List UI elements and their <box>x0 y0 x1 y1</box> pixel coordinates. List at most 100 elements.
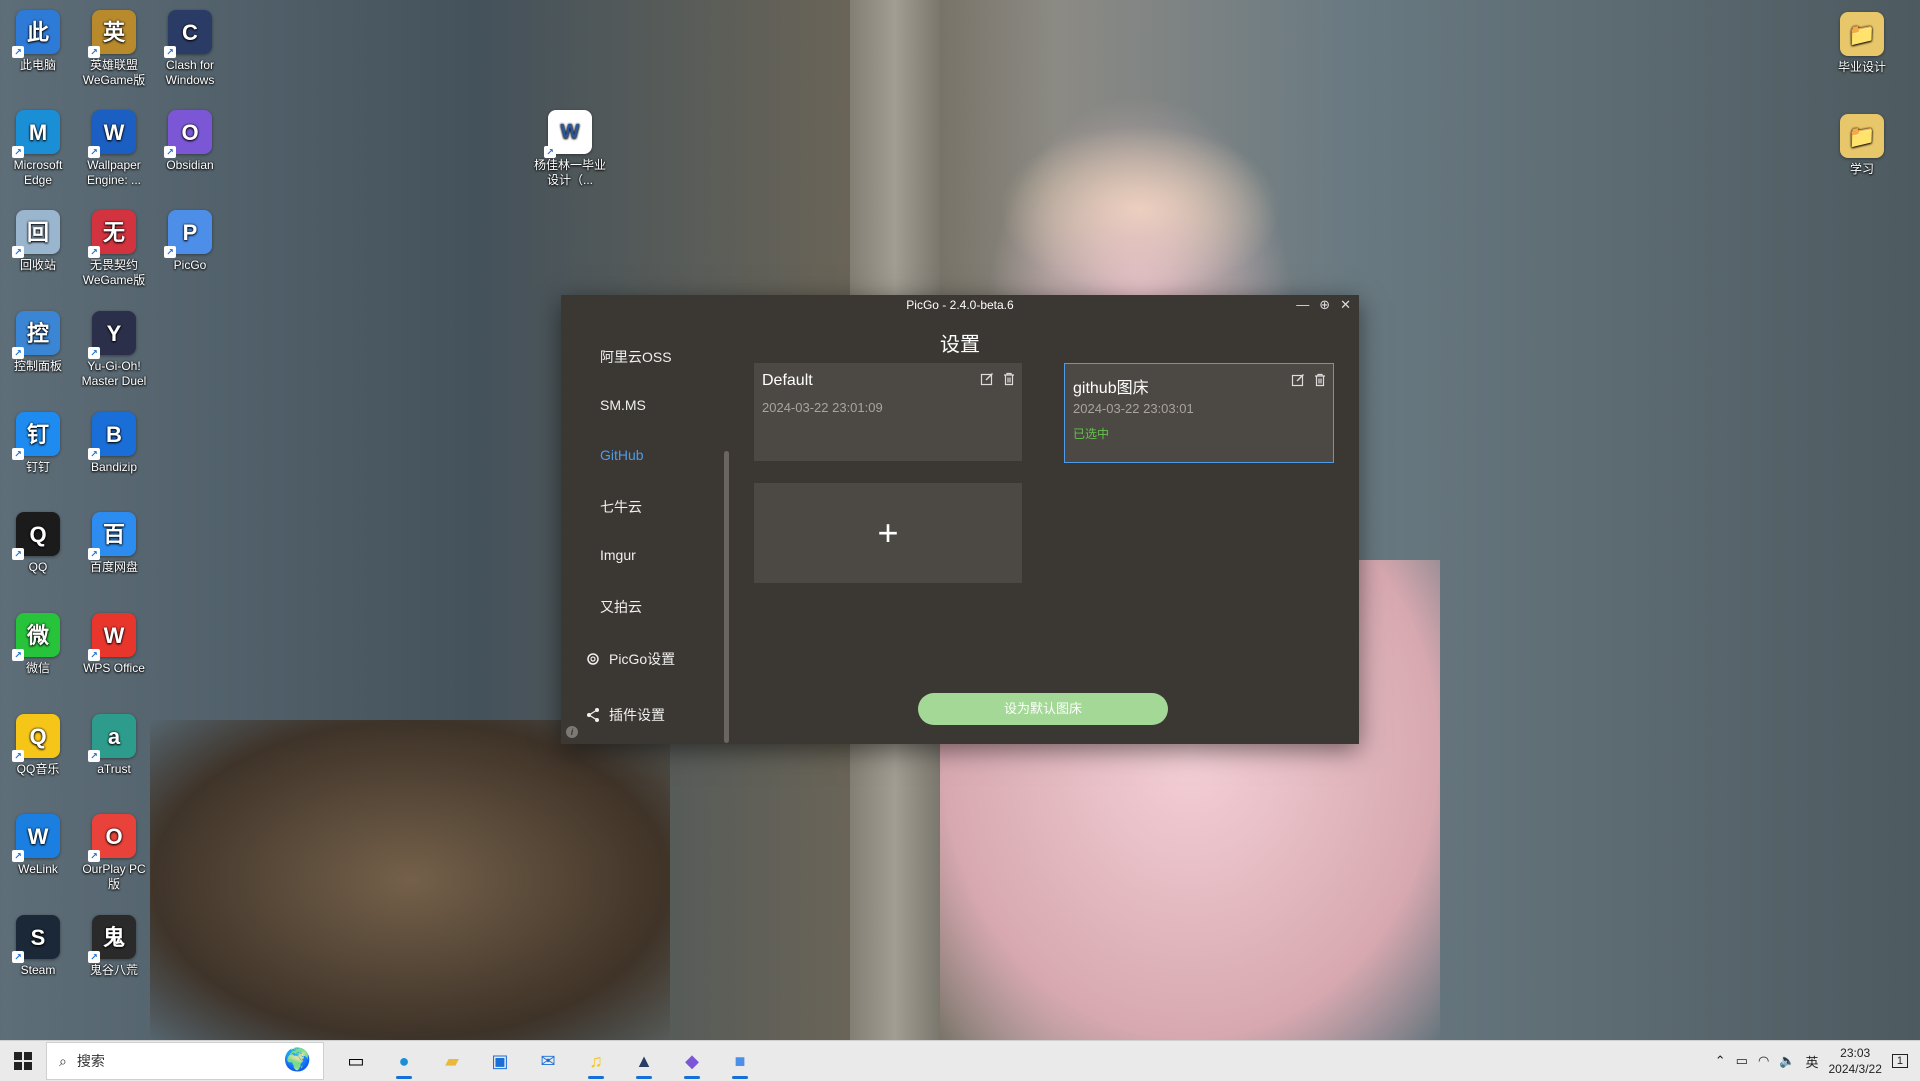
qq-music-icon[interactable]: ♫ <box>572 1041 620 1081</box>
taskbar: ⌕ 搜索 🌍 ▭ ● ▰ ▣ ✉ ♫ ▲ ◆ ■ ⌃ ▭ ◠ 🔈 英 23:03… <box>0 1040 1920 1081</box>
settings-circle-icon[interactable]: ⊕ <box>1319 295 1330 315</box>
desktop-icon-control-panel[interactable]: 控 ↗ 控制面板 <box>0 305 76 374</box>
desktop-icon-label: Microsoft Edge <box>13 158 63 187</box>
edge-icon[interactable]: ● <box>380 1041 428 1081</box>
shortcut-arrow-icon: ↗ <box>12 448 24 460</box>
shortcut-arrow-icon: ↗ <box>88 448 100 460</box>
desktop-icon-edge[interactable]: M ↗ Microsoft Edge <box>0 104 76 188</box>
file-explorer-icon[interactable]: ▰ <box>428 1041 476 1081</box>
obsidian-icon[interactable]: ◆ <box>668 1041 716 1081</box>
start-button[interactable] <box>0 1041 46 1081</box>
desktop-icon-picgo[interactable]: P ↗ PicGo <box>152 204 228 273</box>
desktop-icon-label: 杨佳林一毕业设计（... <box>533 158 606 187</box>
desktop-icon-welink[interactable]: W ↗ WeLink <box>0 808 76 877</box>
desktop-icon-wps[interactable]: W ↗ WPS Office <box>76 607 152 676</box>
desktop-icon-steam[interactable]: S ↗ Steam <box>0 909 76 978</box>
desktop-icon-label: Steam <box>20 963 56 977</box>
desktop-icon-guigu[interactable]: 鬼 ↗ 鬼谷八荒 <box>76 909 152 978</box>
plugin-settings-link[interactable]: 插件设置 <box>585 705 665 725</box>
sidebar-scrollbar[interactable] <box>724 451 729 743</box>
word-doc-icon: W ↗ <box>544 110 592 158</box>
desktop-icon-label: Obsidian <box>166 158 214 172</box>
config-card-name: Default <box>762 372 813 389</box>
desktop-icon-clash-cat[interactable]: C ↗ Clash for Windows <box>152 4 228 88</box>
sidebar-item-qiniu[interactable]: 七牛云 <box>600 497 642 517</box>
shortcut-arrow-icon: ↗ <box>12 146 24 158</box>
desktop-icon-dingtalk[interactable]: 钉 ↗ 钉钉 <box>0 406 76 475</box>
sidebar-item-upyun[interactable]: 又拍云 <box>600 597 642 617</box>
desktop-icon-label: OurPlay PC 版 <box>82 862 146 891</box>
desktop-icon-label: 微信 <box>25 661 50 675</box>
desktop-icon-yugioh[interactable]: Y ↗ Yu-Gi-Oh! Master Duel <box>76 305 152 389</box>
edit-icon[interactable] <box>1291 373 1305 392</box>
config-card-github[interactable]: github图床 2024-03-22 23:03:01 已选中 <box>1064 363 1334 463</box>
close-button[interactable]: ✕ <box>1340 295 1351 315</box>
desktop-icon-wallpaper-engine[interactable]: W ↗ Wallpaper Engine: ... <box>76 104 152 188</box>
store-icon[interactable]: ▣ <box>476 1041 524 1081</box>
shortcut-arrow-icon: ↗ <box>164 146 176 158</box>
config-card-default[interactable]: Default 2024-03-22 23:01:09 <box>754 363 1022 461</box>
desktop-icon-atrust[interactable]: a ↗ aTrust <box>76 708 152 777</box>
desktop-icon-obsidian[interactable]: O ↗ Obsidian <box>152 104 228 173</box>
title-bar[interactable]: PicGo - 2.4.0-beta.6 — ⊕ ✕ <box>561 295 1359 315</box>
clash-cat-icon: C ↗ <box>164 10 212 58</box>
desktop-icon-lol[interactable]: 英 ↗ 英雄联盟 WeGame版 <box>76 4 152 88</box>
battery-icon[interactable]: ▭ <box>1736 1053 1748 1069</box>
edge-icon: M ↗ <box>12 110 60 158</box>
shortcut-arrow-icon: ↗ <box>12 951 24 963</box>
desktop-icon-wechat[interactable]: 微 ↗ 微信 <box>0 607 76 676</box>
taskbar-search[interactable]: ⌕ 搜索 🌍 <box>46 1042 324 1080</box>
delete-icon[interactable] <box>1313 373 1327 392</box>
desktop-icon-ourplay[interactable]: O ↗ OurPlay PC 版 <box>76 808 152 892</box>
clock[interactable]: 23:03 2024/3/22 <box>1828 1045 1881 1077</box>
desktop-icon-qq-music[interactable]: Q ↗ QQ音乐 <box>0 708 76 777</box>
plugin-settings-label: 插件设置 <box>609 707 665 723</box>
desktop-icon-doc[interactable]: W ↗ 杨佳林一毕业设计（... <box>532 104 608 188</box>
desktop-icon-recycle-bin[interactable]: 回 ↗ 回收站 <box>0 204 76 273</box>
task-view-icon[interactable]: ▭ <box>332 1041 380 1081</box>
desktop-icon-label: 回收站 <box>19 258 56 272</box>
shortcut-arrow-icon: ↗ <box>88 246 100 258</box>
desktop-icon-baidu-netdisk[interactable]: 百 ↗ 百度网盘 <box>76 506 152 575</box>
shortcut-arrow-icon: ↗ <box>12 347 24 359</box>
welink-icon: W ↗ <box>12 814 60 862</box>
sidebar-item-github[interactable]: GitHub <box>600 447 644 463</box>
shortcut-arrow-icon: ↗ <box>12 649 24 661</box>
desktop-icon-bandizip[interactable]: B ↗ Bandizip <box>76 406 152 475</box>
sidebar-item-aliyun-oss[interactable]: 阿里云OSS <box>600 347 672 367</box>
picgo-icon: P ↗ <box>164 210 212 258</box>
selected-badge: 已选中 <box>1073 427 1110 441</box>
add-config-button[interactable]: + <box>754 483 1022 583</box>
desktop-icon-valorant[interactable]: 无 ↗ 无畏契约 WeGame版 <box>76 204 152 288</box>
chevron-up-icon[interactable]: ⌃ <box>1715 1053 1726 1069</box>
clock-date: 2024/3/22 <box>1828 1062 1882 1076</box>
desktop-icon-folder-graduation[interactable]: 📁 毕业设计 <box>1824 6 1900 75</box>
info-icon[interactable]: i <box>566 726 578 738</box>
qq-music-icon: Q ↗ <box>12 714 60 762</box>
edit-icon[interactable] <box>980 372 994 391</box>
mail-icon[interactable]: ✉ <box>524 1041 572 1081</box>
ime-indicator[interactable]: 英 <box>1805 1052 1818 1071</box>
minimize-button[interactable]: — <box>1296 295 1309 315</box>
delete-icon[interactable] <box>1002 372 1016 391</box>
wallpaper-chair <box>150 720 670 1040</box>
desktop-icon-label: aTrust <box>97 762 131 776</box>
picgo-icon[interactable]: ■ <box>716 1041 764 1081</box>
set-default-button[interactable]: 设为默认图床 <box>918 693 1168 725</box>
desktop-icon-computer[interactable]: 此 ↗ 此电脑 <box>0 4 76 73</box>
bandizip-icon: B ↗ <box>88 412 136 460</box>
system-tray: ⌃ ▭ ◠ 🔈 英 23:03 2024/3/22 1 <box>1715 1041 1920 1081</box>
sidebar-item-smms[interactable]: SM.MS <box>600 397 646 413</box>
clash-cat-icon[interactable]: ▲ <box>620 1041 668 1081</box>
shortcut-arrow-icon: ↗ <box>88 649 100 661</box>
picgo-settings-link[interactable]: PicGo设置 <box>585 649 675 669</box>
shortcut-arrow-icon: ↗ <box>12 548 24 560</box>
wifi-icon[interactable]: ◠ <box>1758 1053 1769 1069</box>
volume-icon[interactable]: 🔈 <box>1779 1053 1795 1069</box>
dingtalk-icon: 钉 ↗ <box>12 412 60 460</box>
notification-icon[interactable]: 1 <box>1891 1054 1908 1068</box>
recycle-bin-icon: 回 ↗ <box>12 210 60 258</box>
desktop-icon-folder-study[interactable]: 📁 学习 <box>1824 108 1900 177</box>
desktop-icon-qq[interactable]: Q ↗ QQ <box>0 506 76 575</box>
sidebar-item-imgur[interactable]: Imgur <box>600 547 636 563</box>
